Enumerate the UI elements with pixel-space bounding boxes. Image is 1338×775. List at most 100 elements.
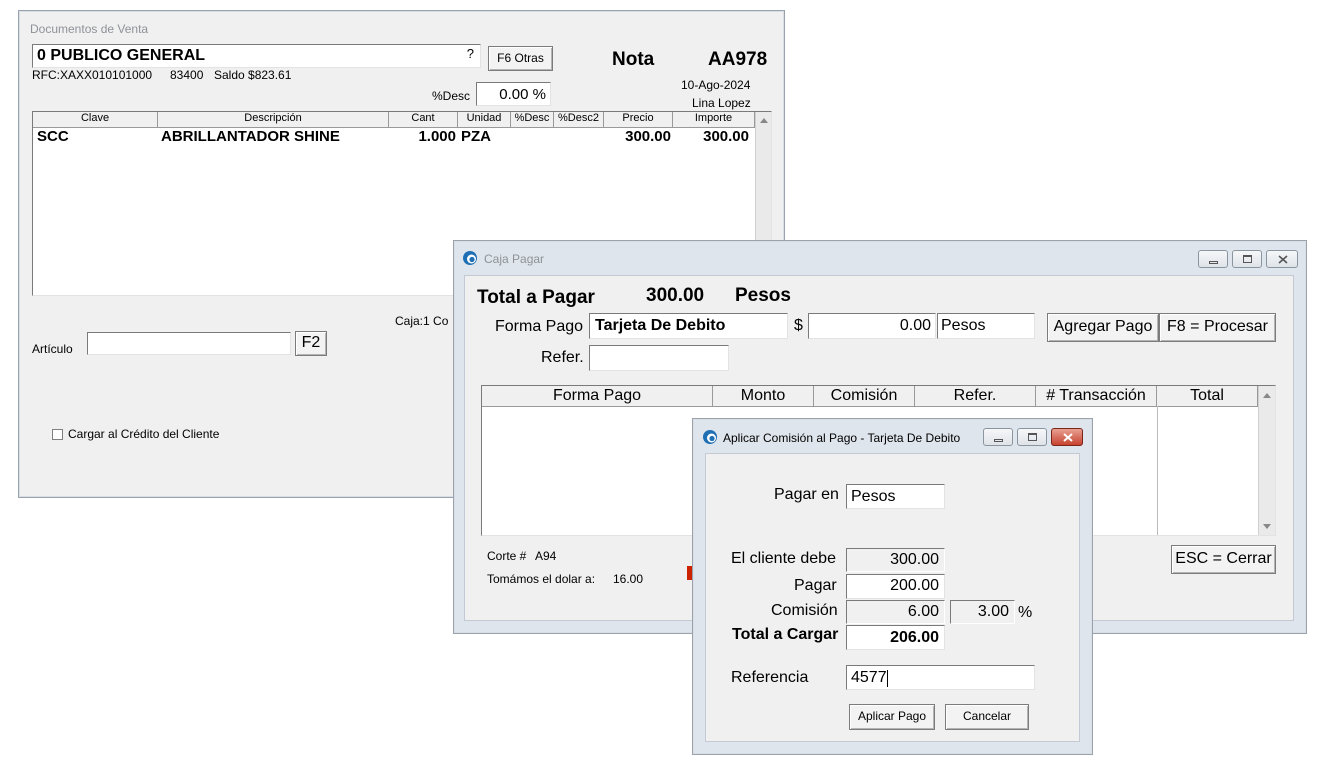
maximize-icon [1243, 255, 1252, 263]
col-total[interactable]: Total [1157, 386, 1258, 406]
doc-number: AA978 [708, 49, 768, 70]
monto-currency-field[interactable]: Pesos [937, 313, 1035, 339]
pagar-en-value: Pesos [851, 488, 896, 505]
refer-label: Refer. [541, 349, 584, 366]
caja-titlebar: Caja Pagar [454, 241, 1306, 275]
table-row[interactable]: SCC ABRILLANTADOR SHINE 1.000 PZA 300.00… [33, 128, 755, 146]
total-cargar-label: Total a Cargar [732, 626, 839, 643]
total-pagar-label: Total a Pagar [477, 287, 595, 308]
debe-value: 300.00 [890, 551, 939, 568]
monto-input[interactable]: 0.00 [808, 313, 936, 339]
desc-input[interactable]: 0.00 % [476, 82, 551, 106]
total-column-divider [1157, 406, 1158, 535]
row-importe: 300.00 [703, 128, 749, 145]
scroll-up-icon[interactable] [759, 116, 769, 124]
referencia-input[interactable]: 4577 [846, 665, 1035, 690]
pagar-input[interactable]: 200.00 [846, 574, 945, 599]
app-logo-icon [703, 430, 717, 444]
customer-name: 0 PUBLICO GENERAL [37, 47, 206, 64]
aplicar-pago-button[interactable]: Aplicar Pago [849, 704, 935, 730]
comision-client-area: Pagar en Pesos El cliente debe 300.00 Pa… [705, 453, 1080, 742]
col-precio[interactable]: Precio [604, 112, 673, 127]
total-cargar-field: 206.00 [846, 625, 945, 650]
col-unidad[interactable]: Unidad [458, 112, 511, 127]
row-clave: SCC [37, 128, 69, 145]
row-descripcion: ABRILLANTADOR SHINE [161, 128, 340, 145]
comision-window: Aplicar Comisión al Pago - Tarjeta De De… [692, 418, 1093, 755]
scroll-up-icon[interactable] [1262, 391, 1272, 399]
col-descripcion[interactable]: Descripción [158, 112, 389, 127]
f2-button[interactable]: F2 [295, 331, 327, 356]
dolar-value: 16.00 [613, 572, 644, 586]
caja-text: Caja:1 Co [395, 314, 449, 328]
articulo-label: Artículo [32, 342, 73, 356]
doc-user: Lina Lopez [692, 96, 751, 110]
doc-date: 10-Ago-2024 [681, 78, 751, 92]
col-monto[interactable]: Monto [713, 386, 814, 406]
forma-pago-label: Forma Pago [495, 318, 584, 335]
caja-close-button[interactable] [1266, 250, 1298, 268]
ventas-title: Documentos de Venta [30, 22, 149, 36]
pagar-label: Pagar [794, 577, 837, 594]
f6-otras-button[interactable]: F6 Otras [488, 46, 553, 71]
referencia-value: 4577 [851, 669, 887, 686]
cerrar-button[interactable]: ESC = Cerrar [1171, 545, 1276, 574]
desc-label: %Desc [432, 89, 471, 103]
comision-value: 6.00 [907, 603, 939, 620]
text-cursor [887, 670, 888, 687]
caja-minimize-button[interactable] [1198, 250, 1228, 268]
articulo-input[interactable] [87, 332, 291, 355]
comision-pct-field: 3.00 [950, 600, 1015, 624]
pagar-value: 200.00 [890, 577, 939, 594]
col-desc2[interactable]: %Desc2 [554, 112, 604, 127]
close-icon [1063, 433, 1073, 442]
minimize-icon [1209, 261, 1218, 264]
customer-help-icon[interactable]: ? [467, 46, 474, 61]
credito-label: Cargar al Crédito del Cliente [68, 427, 220, 441]
zip-text: 83400 [170, 68, 204, 82]
cancelar-button[interactable]: Cancelar [945, 704, 1029, 730]
customer-field[interactable]: 0 PUBLICO GENERAL ? [32, 44, 481, 68]
refer-input[interactable] [589, 345, 729, 371]
col-importe[interactable]: Importe [673, 112, 755, 127]
col-comision[interactable]: Comisión [814, 386, 915, 406]
corte-label: Corte # [487, 549, 527, 563]
pagar-en-select[interactable]: Pesos [846, 484, 945, 509]
col-transaccion[interactable]: # Transacción [1036, 386, 1157, 406]
agregar-pago-button[interactable]: Agregar Pago [1047, 313, 1159, 342]
app-logo-icon [463, 251, 477, 265]
items-grid-header: Clave Descripción Cant Unidad %Desc %Des… [33, 112, 755, 128]
minimize-icon [994, 439, 1003, 442]
procesar-button[interactable]: F8 = Procesar [1159, 313, 1276, 342]
caja-title: Caja Pagar [484, 252, 545, 266]
pagos-grid-header: Forma Pago Monto Comisión Refer. # Trans… [482, 386, 1258, 407]
col-cant[interactable]: Cant [389, 112, 458, 127]
total-currency: Pesos [735, 285, 791, 306]
forma-pago-select[interactable]: Tarjeta De Debito [589, 313, 788, 339]
total-pagar-value: 300.00 [646, 285, 705, 306]
col-refer[interactable]: Refer. [915, 386, 1036, 406]
col-clave[interactable]: Clave [33, 112, 158, 127]
close-icon [1278, 255, 1288, 264]
caja-maximize-button[interactable] [1232, 250, 1262, 268]
comision-maximize-button[interactable] [1017, 428, 1047, 446]
col-desc[interactable]: %Desc [511, 112, 554, 127]
rfc-text: RFC:XAXX010101000 [32, 68, 153, 82]
dollar-sign: $ [794, 317, 803, 334]
comision-minimize-button[interactable] [983, 428, 1013, 446]
dolar-label: Tomámos el dolar a: [487, 572, 596, 586]
pagar-en-label: Pagar en [774, 486, 839, 503]
comision-pct-value: 3.00 [977, 603, 1009, 620]
comision-titlebar: Aplicar Comisión al Pago - Tarjeta De De… [693, 419, 1092, 453]
scroll-down-icon[interactable] [1262, 523, 1272, 531]
comision-field: 6.00 [846, 600, 945, 624]
col-forma-pago[interactable]: Forma Pago [482, 386, 713, 406]
comision-title: Aplicar Comisión al Pago - Tarjeta De De… [723, 431, 961, 445]
row-precio: 300.00 [625, 128, 671, 145]
maximize-icon [1028, 433, 1037, 441]
comision-close-button[interactable] [1051, 428, 1083, 446]
debe-label: El cliente debe [731, 550, 836, 567]
pagos-scrollbar[interactable] [1258, 386, 1275, 535]
monto-currency: Pesos [941, 317, 986, 334]
credito-checkbox[interactable] [52, 429, 63, 440]
